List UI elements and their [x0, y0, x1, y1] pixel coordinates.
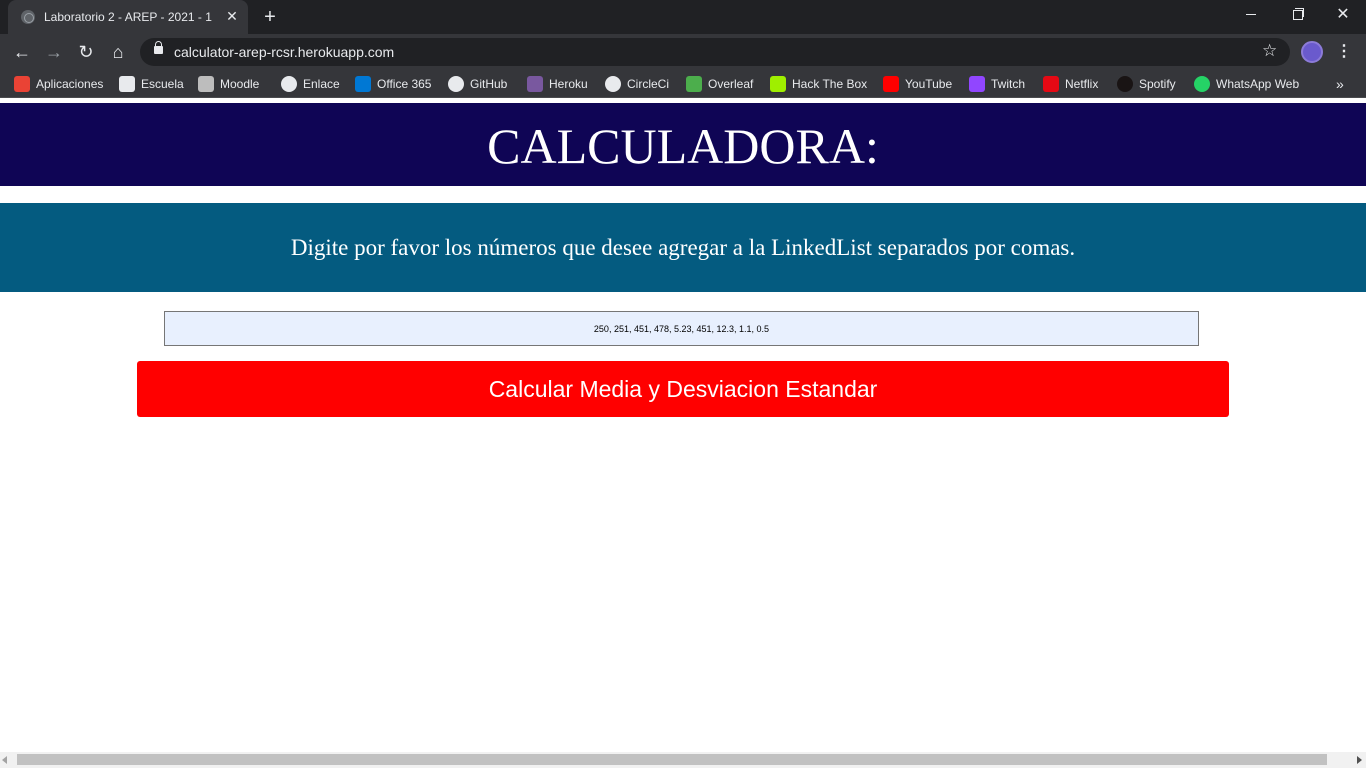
window-close-button[interactable]: ✕ [1320, 0, 1366, 30]
instruction-text: Digite por favor los números que desee a… [290, 235, 1076, 260]
instruction-banner: Digite por favor los números que desee a… [0, 203, 1366, 292]
heroku-icon [527, 75, 543, 92]
bookmark-label: Twitch [991, 77, 1026, 91]
more-menu-icon[interactable]: ⋮ [1334, 41, 1354, 63]
page-content: CALCULADORA: Digite por favor los número… [0, 98, 1366, 752]
bookmarks-overflow-icon[interactable]: » [1336, 75, 1344, 93]
window-minimize-button[interactable] [1228, 0, 1274, 30]
bookmark-circleci[interactable]: CircleCi [605, 75, 669, 93]
bookmark-label: Overleaf [708, 77, 754, 91]
bookmark-twitch[interactable]: Twitch [969, 75, 1025, 93]
address-bar[interactable]: calculator-arep-rcsr.herokuapp.com ☆ [140, 38, 1290, 66]
bookmark-star-icon[interactable]: ☆ [1262, 41, 1277, 61]
scrollbar-thumb[interactable] [17, 754, 1327, 765]
circleci-icon [605, 75, 621, 92]
forward-arrow-icon[interactable]: → [42, 40, 66, 64]
bookmark-label: YouTube [905, 77, 953, 91]
header-banner: CALCULADORA: [0, 103, 1366, 186]
bookmark-overleaf[interactable]: Overleaf [686, 75, 753, 93]
bookmark-hack-the-box[interactable]: Hack The Box [770, 75, 867, 93]
bookmark-whatsapp-web[interactable]: WhatsApp Web [1194, 75, 1299, 93]
apps-grid-icon [14, 75, 30, 92]
whatsapp-icon [1194, 75, 1210, 92]
moodle-icon [198, 75, 214, 92]
bookmark-label: WhatsApp Web [1216, 77, 1300, 91]
scroll-right-arrow-icon[interactable] [1357, 756, 1362, 764]
browser-tabstrip: Laboratorio 2 - AREP - 2021 - 1 ✕ + ✕ [0, 0, 1366, 34]
bookmark-spotify[interactable]: Spotify [1117, 75, 1176, 93]
bookmark-label: GitHub [470, 77, 508, 91]
bookmark-aplicaciones[interactable]: Aplicaciones [14, 75, 103, 93]
bookmark-label: Moodle [220, 77, 260, 91]
page-title: CALCULADORA: [487, 118, 879, 174]
overleaf-icon [686, 75, 702, 92]
outlook-icon [355, 75, 371, 92]
bookmark-moodle[interactable]: Moodle [198, 75, 259, 93]
profile-avatar[interactable] [1301, 41, 1323, 63]
url-text[interactable]: calculator-arep-rcsr.herokuapp.com [174, 44, 394, 60]
reload-icon[interactable]: ↻ [74, 40, 98, 64]
horizontal-scrollbar[interactable] [0, 752, 1366, 768]
back-arrow-icon[interactable]: ← [10, 40, 34, 64]
globe-icon [281, 75, 297, 92]
bookmark-label: Netflix [1065, 77, 1099, 91]
twitch-icon [969, 75, 985, 92]
bookmark-enlace[interactable]: Enlace [281, 75, 340, 93]
bookmark-label: Office 365 [377, 77, 432, 91]
bookmark-github[interactable]: GitHub [448, 75, 507, 93]
bookmark-label: Spotify [1139, 77, 1176, 91]
bookmark-label: Aplicaciones [36, 77, 104, 91]
youtube-icon [883, 75, 899, 92]
bookmark-label: Heroku [549, 77, 588, 91]
globe-favicon-icon [21, 10, 35, 24]
window-restore-button[interactable] [1274, 0, 1320, 30]
bookmark-netflix[interactable]: Netflix [1043, 75, 1098, 93]
bookmark-youtube[interactable]: YouTube [883, 75, 952, 93]
numbers-input[interactable] [164, 311, 1199, 346]
escuela-icon [119, 75, 135, 92]
new-tab-button[interactable]: + [258, 6, 282, 30]
bookmark-label: Enlace [303, 77, 340, 91]
bookmark-heroku[interactable]: Heroku [527, 75, 588, 93]
bookmark-label: Hack The Box [792, 77, 868, 91]
home-icon[interactable]: ⌂ [106, 40, 130, 64]
bookmark-escuela[interactable]: Escuela [119, 75, 184, 93]
tab-title: Laboratorio 2 - AREP - 2021 - 1 [44, 10, 212, 24]
scroll-left-arrow-icon[interactable] [2, 756, 7, 764]
bookmark-label: Escuela [141, 77, 184, 91]
spotify-icon [1117, 75, 1133, 92]
bookmark-office-365[interactable]: Office 365 [355, 75, 431, 93]
tab-close-icon[interactable]: ✕ [224, 8, 240, 24]
calculate-button[interactable]: Calcular Media y Desviacion Estandar [137, 361, 1229, 417]
browser-toolbar: ← → ↻ ⌂ calculator-arep-rcsr.herokuapp.c… [0, 34, 1366, 70]
hackthebox-icon [770, 75, 786, 92]
netflix-icon [1043, 75, 1059, 92]
github-icon [448, 75, 464, 92]
lock-icon[interactable] [154, 41, 163, 54]
browser-tab[interactable]: Laboratorio 2 - AREP - 2021 - 1 ✕ [8, 0, 248, 34]
bookmark-label: CircleCi [627, 77, 669, 91]
bookmarks-bar: » Aplicaciones Escuela Moodle Enlace Office … [0, 70, 1366, 98]
